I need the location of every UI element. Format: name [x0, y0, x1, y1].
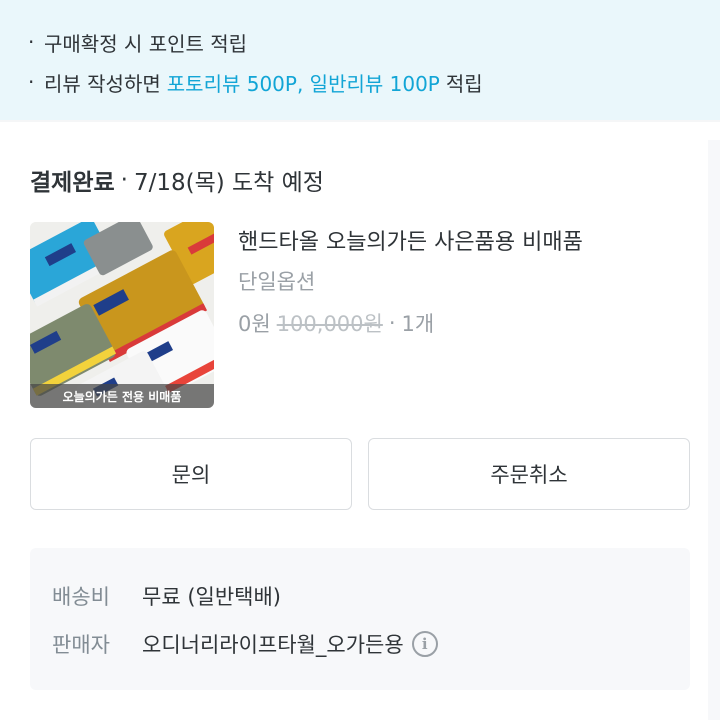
- shipping-label: 배송비: [52, 585, 110, 609]
- product-option: 단일옵션: [238, 270, 316, 294]
- product-quantity: 1개: [401, 312, 435, 336]
- notice-line-purchase: · 구매확정 시 포인트 적립: [0, 22, 720, 62]
- price-separator: ·: [388, 311, 396, 335]
- order-status: 결제완료 · 7/18(목) 도착 예정: [30, 160, 324, 200]
- product-thumbnail[interactable]: 오늘의가든 전용 비매품: [30, 222, 214, 408]
- bullet-dot: ·: [28, 70, 35, 94]
- shipping-row: 배송비 무료 (일반택배): [52, 576, 281, 616]
- inquiry-button[interactable]: 문의: [30, 438, 352, 510]
- section-divider: [0, 120, 720, 122]
- status-separator: ·: [120, 167, 128, 193]
- payment-status: 결제완료: [30, 170, 115, 196]
- product-item[interactable]: 오늘의가든 전용 비매품 핸드타올 오늘의가든 사은품용 비매품 단일옵션 0원…: [30, 222, 690, 408]
- notice-text-purchase: 구매확정 시 포인트 적립: [44, 31, 248, 56]
- thumbnail-caption: 오늘의가든 전용 비매품: [30, 384, 214, 408]
- product-original-price: 100,000원: [276, 312, 383, 336]
- cancel-order-button[interactable]: 주문취소: [368, 438, 690, 510]
- seller-name[interactable]: 오디너리라이프타월_오가든용: [142, 629, 404, 659]
- towel-image: [30, 222, 214, 408]
- notice-text-review-suffix: 적립: [445, 71, 483, 96]
- notice-review-points: 포토리뷰 500P, 일반리뷰 100P: [166, 71, 440, 96]
- shipping-value: 무료 (일반택배): [142, 585, 281, 609]
- point-notice: · 구매확정 시 포인트 적립 · 리뷰 작성하면 포토리뷰 500P, 일반리…: [0, 0, 720, 120]
- order-info-box: 배송비 무료 (일반택배) 판매자 오디너리라이프타월_오가든용 i: [30, 548, 690, 690]
- side-edge: [708, 140, 720, 720]
- seller-label: 판매자: [52, 633, 110, 657]
- info-icon[interactable]: i: [411, 631, 438, 657]
- notice-text-review-prefix: 리뷰 작성하면: [44, 71, 161, 96]
- product-name[interactable]: 핸드타올 오늘의가든 사은품용 비매품: [238, 224, 583, 256]
- product-price-row: 0원 100,000원 · 1개: [238, 308, 434, 338]
- product-price: 0원: [238, 312, 271, 336]
- notice-line-review: · 리뷰 작성하면 포토리뷰 500P, 일반리뷰 100P 적립: [0, 62, 720, 102]
- delivery-date: 7/18(목) 도착 예정: [133, 170, 324, 196]
- bullet-dot: ·: [28, 30, 35, 54]
- seller-row: 판매자 오디너리라이프타월_오가든용 i: [52, 624, 438, 664]
